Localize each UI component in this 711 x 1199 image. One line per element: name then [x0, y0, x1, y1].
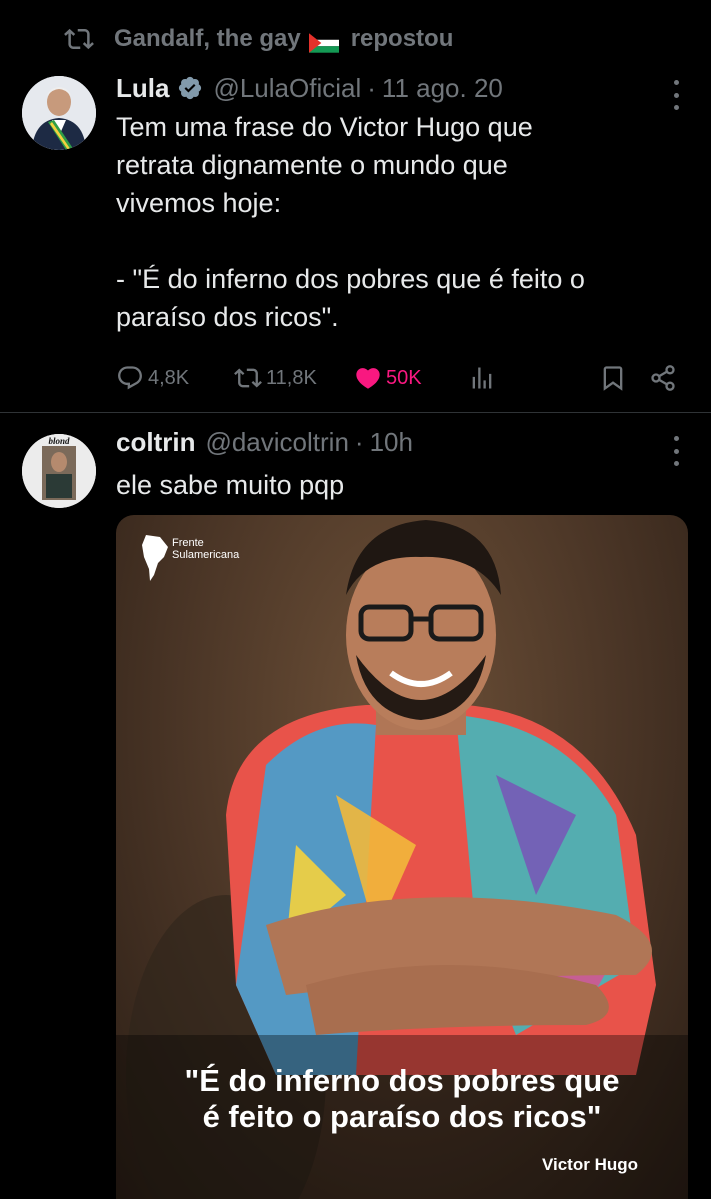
quote-author: Victor Hugo	[541, 1155, 638, 1174]
tweet-image[interactable]: Frente Sulamericana "É do inferno dos po…	[116, 515, 688, 1199]
separator-dot: ·	[354, 426, 364, 457]
author-name[interactable]: coltrin	[116, 427, 195, 458]
views-button[interactable]	[468, 364, 580, 392]
bookmark-icon	[603, 366, 623, 391]
tweet-actions: 4,8K 11,8K 50K	[116, 358, 681, 398]
tweet-text: Tem uma frase do Victor Hugo que retrata…	[116, 112, 585, 332]
tweet-header: coltrin @davicoltrin · 10h	[116, 424, 691, 460]
reply-count: 4,8K	[148, 366, 190, 389]
heart-icon	[356, 368, 380, 389]
more-options-icon[interactable]	[669, 80, 683, 110]
image-quote: "É do inferno dos pobres que é feito o p…	[116, 1063, 688, 1135]
divider	[0, 412, 711, 413]
bookmark-button[interactable]	[599, 364, 631, 392]
tweet-text: ele sabe muito pqp	[116, 470, 345, 500]
like-count: 50K	[386, 366, 422, 389]
quote-line-2: é feito o paraíso dos ricos"	[202, 1099, 602, 1134]
avatar[interactable]: blond	[22, 434, 96, 508]
verified-badge-icon[interactable]	[177, 75, 203, 101]
author-name[interactable]: Lula	[116, 73, 169, 104]
palestine-flag-icon	[308, 28, 343, 53]
repost-button[interactable]: 11,8K	[234, 364, 354, 392]
share-icon	[651, 365, 675, 391]
share-button[interactable]	[649, 364, 681, 392]
reply-button[interactable]: 4,8K	[116, 364, 234, 392]
separator-dot: ·	[367, 72, 376, 103]
reposter-name[interactable]: Gandalf, the gay	[114, 25, 301, 53]
repost-count: 11,8K	[266, 366, 317, 389]
quote-line-1: "É do inferno dos pobres que	[184, 1063, 620, 1098]
avatar-label: blond	[48, 436, 70, 446]
reply-icon	[118, 366, 142, 390]
author-handle[interactable]: @davicoltrin	[205, 427, 348, 458]
like-button[interactable]: 50K	[354, 364, 468, 392]
repost-icon	[64, 28, 94, 50]
more-options-icon[interactable]	[669, 436, 683, 466]
repost-icon	[234, 368, 262, 388]
repost-indicator[interactable]: Gandalf, the gay repostou	[64, 22, 453, 56]
avatar[interactable]	[22, 76, 96, 150]
tweet-header: Lula @LulaOficial · 11 ago. 20	[116, 70, 691, 106]
author-handle[interactable]: @LulaOficial	[213, 73, 361, 104]
analytics-icon	[472, 367, 492, 389]
timestamp[interactable]: 10h	[370, 427, 413, 458]
timestamp[interactable]: 11 ago. 20	[382, 73, 503, 104]
repost-label: repostou	[350, 25, 454, 52]
